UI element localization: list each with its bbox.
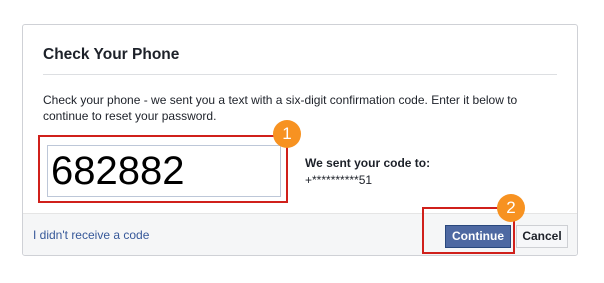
dialog-title: Check Your Phone [43, 46, 180, 63]
page: Check Your Phone Check your phone - we s… [0, 0, 604, 283]
didnt-receive-code-link[interactable]: I didn't receive a code [33, 228, 149, 242]
sent-code-label: We sent your code to: [305, 156, 431, 170]
masked-phone-number: +**********51 [305, 173, 373, 187]
step-2-badge: 2 [497, 194, 525, 222]
title-divider [43, 74, 557, 75]
code-input-highlight [38, 135, 288, 203]
cancel-button[interactable]: Cancel [516, 225, 568, 248]
step-1-badge: 1 [273, 120, 301, 148]
dialog-description: Check your phone - we sent you a text wi… [43, 93, 518, 123]
